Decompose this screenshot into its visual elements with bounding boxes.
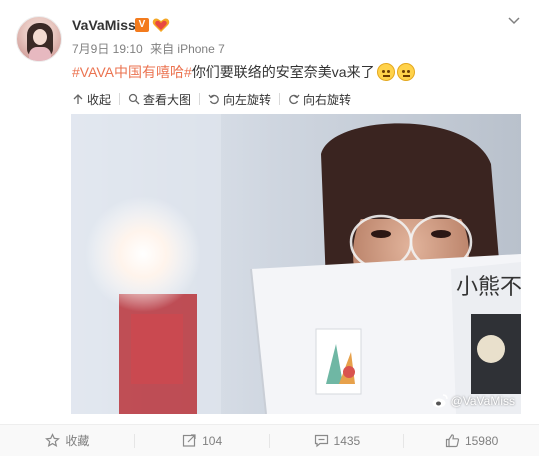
magnifier-icon [128, 93, 140, 105]
favorite-label: 收藏 [65, 434, 90, 448]
post-meta: 7月9日 19:10 来自 iPhone 7 [72, 41, 229, 57]
heart-badge-icon [152, 18, 170, 32]
collapse-label: 收起 [87, 92, 112, 107]
like-button[interactable]: 15980 [404, 425, 539, 456]
watermark-text: @VaVaMiss [450, 394, 515, 408]
action-bar: 收藏 104 1435 15980 [0, 424, 539, 456]
post-body: 你们要联络的安室奈美va来了 [191, 64, 375, 80]
comment-icon [314, 434, 328, 448]
rotate-right-icon [289, 94, 300, 105]
rotate-left-label: 向左旋转 [223, 92, 272, 107]
post-text: #VAVA中国有嘻哈#你们要联络的安室奈美va来了 [72, 61, 415, 83]
avatar[interactable] [16, 16, 62, 62]
verified-badge: V [135, 18, 149, 32]
view-large-label: 查看大图 [143, 92, 192, 107]
weibo-logo-icon [432, 394, 448, 408]
photo-watermark: @VaVaMiss [432, 394, 515, 408]
star-icon [45, 433, 61, 448]
grin-emoji-icon [396, 63, 415, 81]
topic-link[interactable]: #VAVA中国有嘻哈# [72, 64, 192, 80]
post-photo[interactable]: 小熊不 @VaVaMiss [71, 114, 521, 414]
like-count: 15980 [464, 433, 499, 448]
photo-illustration: 小熊不 [71, 114, 521, 414]
favorite-button[interactable]: 收藏 [0, 425, 135, 456]
image-toolbar: 收起 查看大图 向左旋转 向右旋转 [72, 90, 351, 108]
thumbs-up-icon [445, 434, 460, 448]
rotate-left-icon [208, 94, 219, 105]
collapse-button[interactable]: 收起 [72, 90, 111, 108]
comment-button[interactable]: 1435 [270, 425, 405, 456]
repost-icon [183, 434, 196, 447]
book-title-text: 小熊不 [456, 275, 521, 300]
rotate-right-button[interactable]: 向右旋转 [288, 90, 351, 108]
rotate-right-label: 向右旋转 [303, 92, 352, 107]
collapse-icon [73, 94, 83, 104]
rotate-left-button[interactable]: 向左旋转 [208, 90, 271, 108]
smile-emoji-icon [376, 63, 395, 81]
post-date[interactable]: 7月9日 19:10 [72, 42, 143, 56]
repost-button[interactable]: 104 [135, 425, 270, 456]
chevron-down-icon[interactable] [507, 14, 521, 28]
comment-count: 1435 [333, 433, 361, 448]
view-large-button[interactable]: 查看大图 [128, 90, 191, 108]
post-source: 来自 iPhone 7 [150, 42, 225, 56]
author-name[interactable]: VaVaMiss [72, 16, 136, 34]
repost-count: 104 [202, 433, 223, 448]
weibo-post-card: VaVaMiss V 7月9日 19:10 来自 iPhone 7 #VAVA中… [0, 0, 539, 456]
